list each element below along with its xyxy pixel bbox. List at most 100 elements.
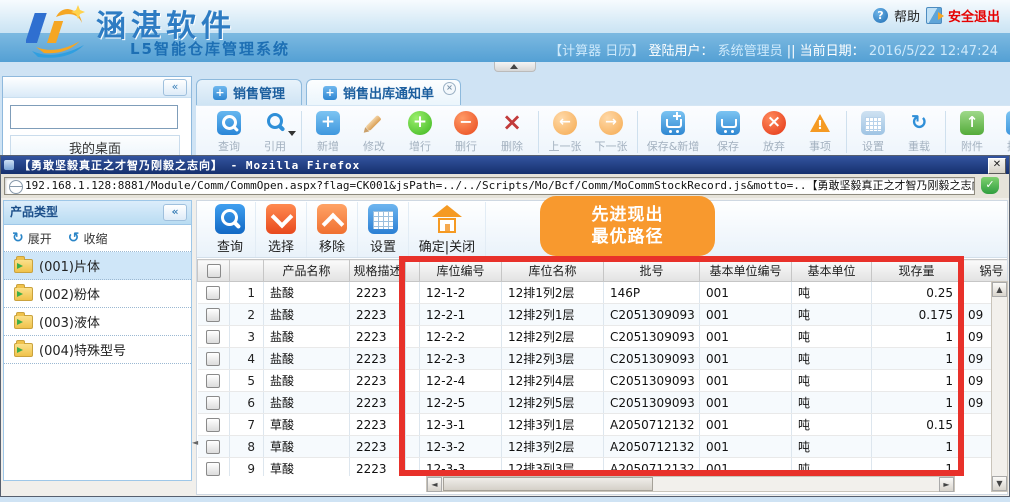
table-row[interactable]: 4盐酸222312-2-312排2列3层C2051309093001吨109 — [198, 348, 1008, 370]
dialog-close-button[interactable]: ✕ — [988, 158, 1006, 174]
logout-link[interactable]: 安全退出 — [948, 6, 1000, 25]
column-header[interactable]: 锅号 — [962, 260, 1008, 282]
cell-rownum: 5 — [230, 370, 264, 392]
dropdown-caret-icon[interactable] — [288, 131, 296, 136]
tree-item[interactable]: (004)特殊型号 — [4, 336, 191, 364]
row-checkbox[interactable] — [206, 418, 220, 432]
toolbar-item-查询[interactable]: 查询 — [206, 111, 252, 154]
table-row[interactable]: 5盐酸222312-2-412排2列4层C2051309093001吨109 — [198, 370, 1008, 392]
scroll-left-icon[interactable]: ◄ — [427, 477, 442, 492]
toolbar-item-下一张[interactable]: 下一张 — [588, 111, 634, 154]
toolbar-item-新增[interactable]: 新增 — [305, 111, 351, 154]
row-checkbox[interactable] — [206, 462, 220, 476]
cell-product-name: 草酸 — [264, 414, 350, 436]
vertical-scrollbar[interactable]: ▲ ▼ — [991, 281, 1008, 492]
splitter-arrow-icon[interactable]: ◄ — [192, 438, 198, 447]
scroll-right-icon[interactable]: ► — [939, 477, 954, 492]
tree-links: ↻ 展开 ↺ 收缩 — [4, 225, 191, 252]
help-icon[interactable]: ? — [873, 8, 888, 23]
tree-collapse-button[interactable]: « — [163, 204, 187, 221]
column-header[interactable]: 基本单位编号 — [700, 260, 792, 282]
toolbar-item-提交[interactable]: 提交 — [995, 111, 1010, 154]
tab-close-icon[interactable] — [443, 82, 456, 95]
toolbar-item-修改[interactable]: 修改 — [351, 111, 397, 154]
toolbar-item-增行[interactable]: 增行 — [397, 111, 443, 154]
tab-sales-management[interactable]: 销售管理 — [196, 79, 302, 105]
stock-table-head: 产品名称规格描述库位编号库位名称批号基本单位编号基本单位现存量锅号 — [198, 260, 1008, 282]
tree-item[interactable]: (002)粉体 — [4, 280, 191, 308]
cell-unit: 吨 — [792, 392, 872, 414]
cell-location-code: 12-1-2 — [420, 282, 502, 304]
cell-qty-on-hand: 0.175 — [872, 304, 962, 326]
row-checkbox[interactable] — [206, 308, 220, 322]
row-checkbox[interactable] — [206, 440, 220, 454]
header-checkbox[interactable] — [207, 264, 221, 278]
help-link[interactable]: 帮助 — [894, 6, 920, 25]
toolbar-item-引用[interactable]: 引用 — [252, 111, 298, 154]
tools-links[interactable]: 【计算器 日历】 — [549, 44, 644, 59]
toolbar-item-事项[interactable]: 事项 — [797, 111, 843, 154]
column-header[interactable]: 库位编号 — [420, 260, 502, 282]
toolbar-item-放弃[interactable]: 放弃 — [751, 111, 797, 154]
sidebar-collapse-button[interactable]: « — [163, 79, 187, 96]
row-checkbox[interactable] — [206, 374, 220, 388]
cell-location-name: 12排2列1层 — [502, 304, 604, 326]
tab-plus-icon — [213, 86, 227, 100]
toolbar-item-附件[interactable]: 附件 — [949, 111, 995, 154]
scroll-up-icon[interactable]: ▲ — [992, 282, 1007, 297]
expand-all-link[interactable]: ↻ 展开 — [12, 230, 52, 247]
table-row[interactable]: 6盐酸222312-2-512排2列5层C2051309093001吨109 — [198, 392, 1008, 414]
popup-toolbar-设置[interactable]: 设置 — [358, 202, 409, 257]
cell-product-name: 草酸 — [264, 458, 350, 477]
table-row[interactable]: 9草酸222312-3-312排3列3层A2050712132001吨1 — [198, 458, 1008, 477]
sidebar-search-input[interactable] — [10, 105, 178, 129]
column-header[interactable]: 库位名称 — [502, 260, 604, 282]
url-field[interactable]: 192.168.1.128:8881/Module/Comm/CommOpen.… — [4, 177, 975, 195]
toolbar-item-删除[interactable]: 删除 — [489, 111, 535, 154]
toolbar-item-保存[interactable]: 保存 — [705, 111, 751, 154]
collapse-all-link[interactable]: ↺ 收缩 — [68, 230, 108, 247]
column-header[interactable]: 现存量 — [872, 260, 962, 282]
popup-toolbar-移除[interactable]: 移除 — [307, 202, 358, 257]
cell-rownum: 7 — [230, 414, 264, 436]
scroll-down-icon[interactable]: ▼ — [992, 476, 1007, 491]
table-row[interactable]: 3盐酸222312-2-212排2列2层C2051309093001吨109 — [198, 326, 1008, 348]
row-checkbox[interactable] — [206, 352, 220, 366]
row-checkbox[interactable] — [206, 286, 220, 300]
horizontal-scroll-thumb[interactable] — [443, 477, 653, 491]
horizontal-scrollbar[interactable]: ◄ ► — [426, 476, 955, 492]
toolbar-item-上一张[interactable]: 上一张 — [542, 111, 588, 154]
tree-item[interactable]: (001)片体 — [4, 252, 191, 280]
cell-unit-code: 001 — [700, 370, 792, 392]
column-header[interactable]: 产品名称 — [264, 260, 350, 282]
row-checkbox[interactable] — [206, 330, 220, 344]
tree-item[interactable]: (003)液体 — [4, 308, 191, 336]
column-header[interactable] — [406, 260, 420, 282]
panel-collapse-handle[interactable] — [494, 62, 536, 72]
sidebar-header: « — [3, 77, 191, 98]
popup-toolbar-查询[interactable]: 查询 — [205, 202, 256, 257]
column-header[interactable]: 批号 — [604, 260, 700, 282]
popup-toolbar-选择[interactable]: 选择 — [256, 202, 307, 257]
cell-rownum: 9 — [230, 458, 264, 477]
popup-toolbar-确定|关闭[interactable]: 确定|关闭 — [409, 202, 486, 257]
dialog-titlebar[interactable]: 【勇敢坚毅真正之才智乃刚毅之志向】 - Mozilla Firefox ✕ — [1, 156, 1009, 174]
cell-batch-no: C2051309093 — [604, 370, 700, 392]
row-checkbox-cell — [198, 348, 230, 370]
table-row[interactable]: 2盐酸222312-2-112排2列1层C2051309093001吨0.175… — [198, 304, 1008, 326]
column-header[interactable]: 基本单位 — [792, 260, 872, 282]
logout-door-icon[interactable] — [926, 7, 942, 24]
security-shield-icon[interactable]: ✓ — [981, 177, 999, 194]
toolbar-item-删行[interactable]: 删行 — [443, 111, 489, 154]
table-row[interactable]: 7草酸222312-3-112排3列1层A2050712132001吨0.15 — [198, 414, 1008, 436]
table-row[interactable]: 8草酸222312-3-212排3列2层A2050712132001吨1 — [198, 436, 1008, 458]
row-checkbox[interactable] — [206, 396, 220, 410]
column-header[interactable]: 规格描述 — [350, 260, 406, 282]
toolbar-item-设置[interactable]: 设置 — [850, 111, 896, 154]
tab-sales-outbound-notice[interactable]: 销售出库通知单 — [306, 79, 461, 105]
cell-unit: 吨 — [792, 304, 872, 326]
table-row[interactable]: 1盐酸222312-1-212排1列2层146P001吨0.25 — [198, 282, 1008, 304]
toolbar-item-保存&新增[interactable]: 保存&新增 — [641, 111, 705, 154]
toolbar-item-重载[interactable]: 重载 — [896, 111, 942, 154]
cell-unit: 吨 — [792, 282, 872, 304]
